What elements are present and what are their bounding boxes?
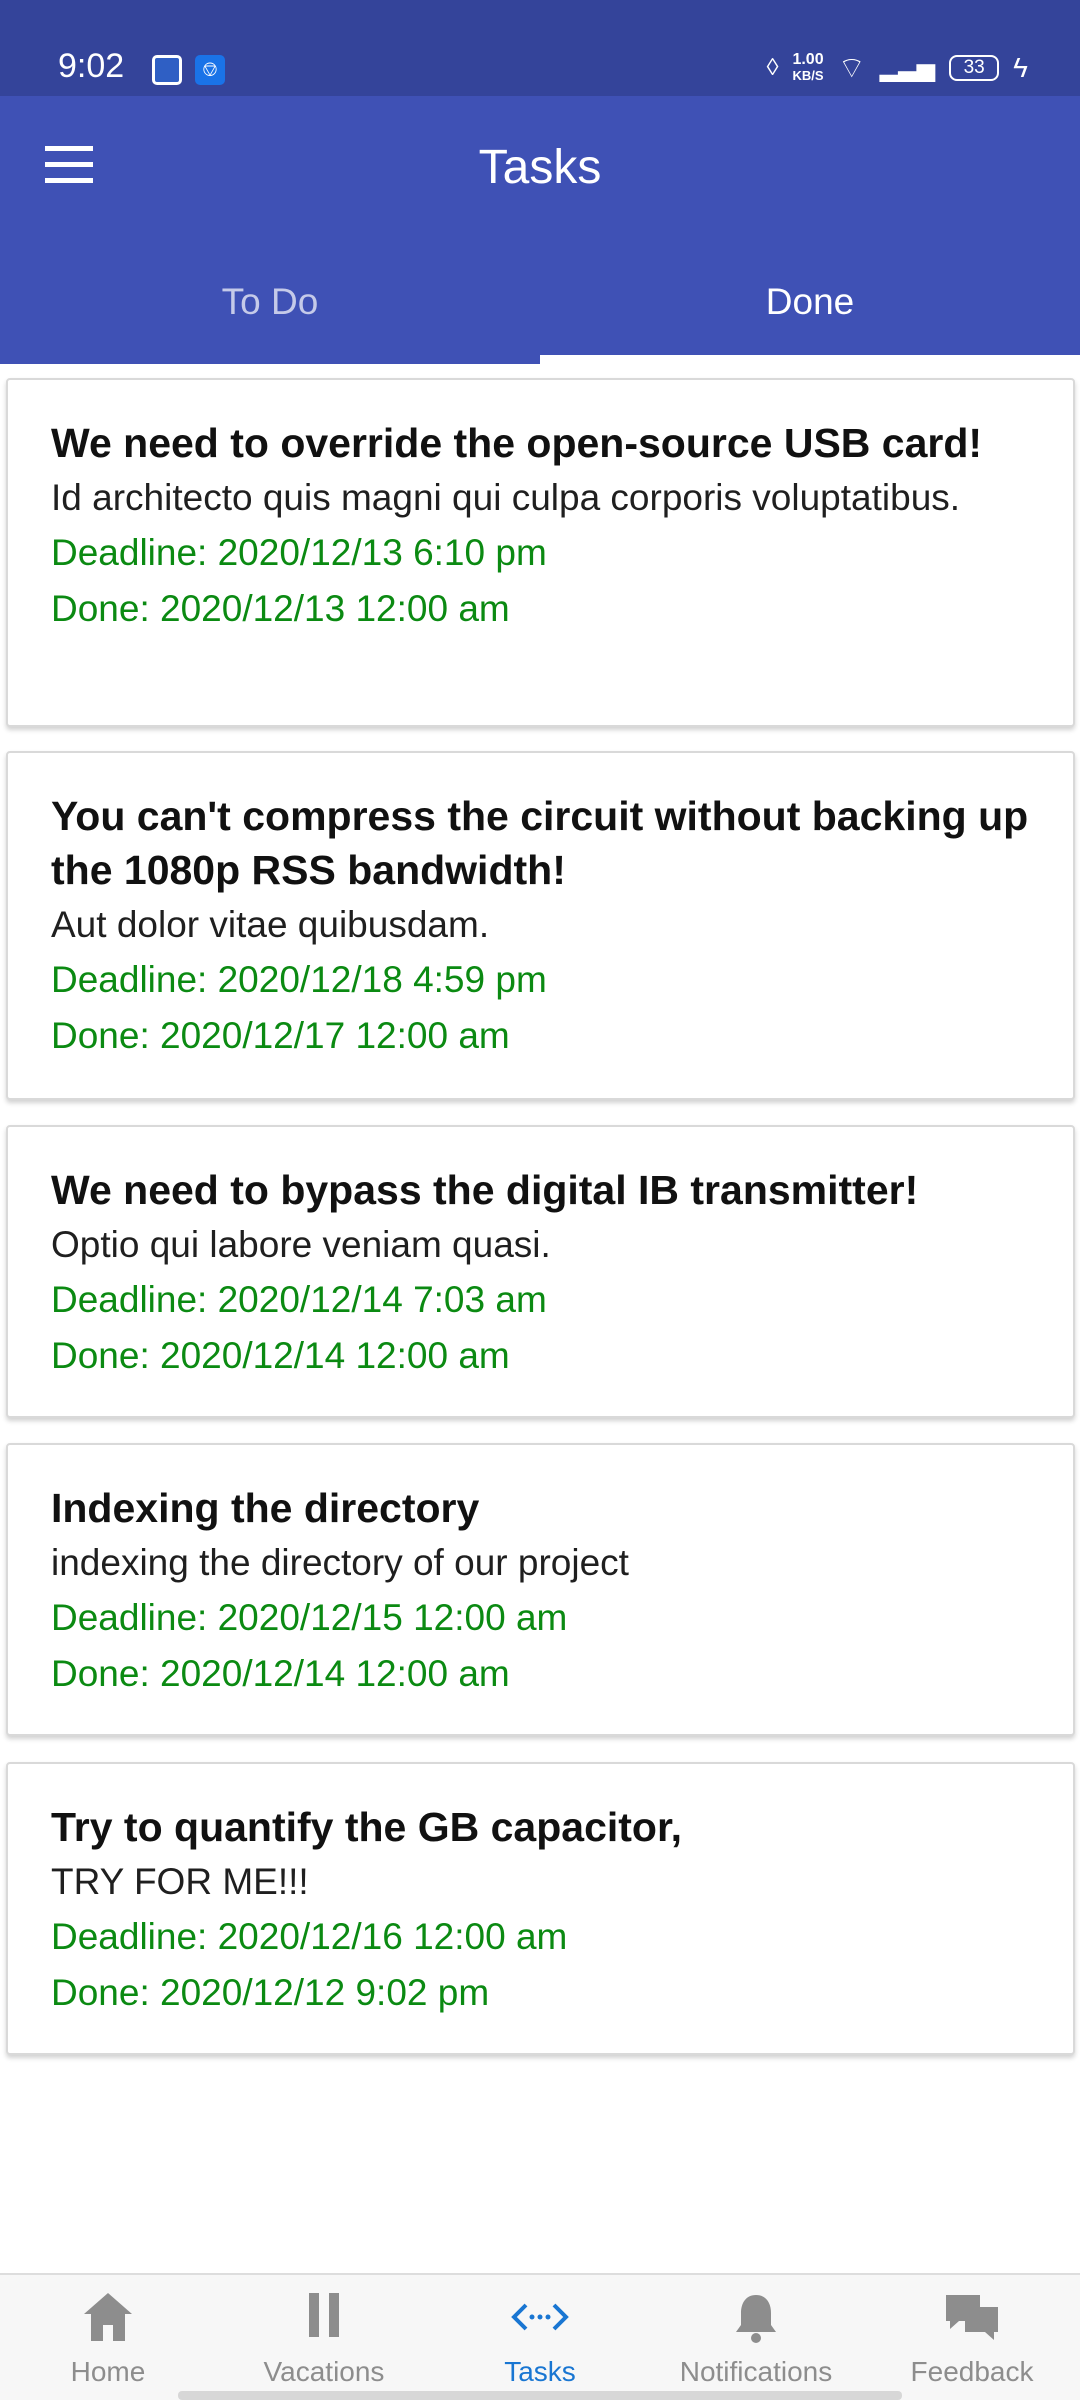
network-speed: 1.00 KB/S	[792, 52, 823, 84]
pause-icon	[309, 2293, 339, 2337]
task-description: TRY FOR ME!!!	[51, 1861, 309, 1902]
task-deadline: Deadline: 2020/12/15 12:00 am	[51, 1597, 568, 1638]
active-tab-indicator	[540, 355, 1080, 364]
task-deadline: Deadline: 2020/12/18 4:59 pm	[51, 959, 547, 1000]
task-card[interactable]: Try to quantify the GB capacitor, TRY FO…	[6, 1762, 1075, 2055]
nav-vacations[interactable]: Vacations	[216, 2275, 432, 2400]
task-card[interactable]: Indexing the directory indexing the dire…	[6, 1443, 1075, 1736]
task-done-date: Done: 2020/12/14 12:00 am	[51, 1335, 510, 1376]
nav-feedback[interactable]: Feedback	[864, 2275, 1080, 2400]
message-notification-icon	[152, 55, 182, 85]
nav-tasks[interactable]: Tasks	[432, 2275, 648, 2400]
nav-notifications[interactable]: Notifications	[648, 2275, 864, 2400]
task-deadline: Deadline: 2020/12/13 6:10 pm	[51, 532, 547, 573]
task-title: We need to override the open-source USB …	[51, 420, 983, 466]
battery-level: 33	[949, 55, 1000, 81]
task-description: Aut dolor vitae quibusdam.	[51, 904, 490, 945]
usb-notification-icon: ⎊	[195, 55, 225, 85]
task-card[interactable]: You can't compress the circuit without b…	[6, 751, 1075, 1100]
home-icon	[84, 2293, 132, 2341]
network-speed-unit: KB/S	[792, 68, 824, 83]
wifi-icon: ⌔	[837, 52, 866, 85]
chat-icon	[946, 2295, 998, 2340]
nav-vacations-label: Vacations	[263, 2356, 385, 2387]
app-bar: Tasks	[0, 96, 1080, 240]
status-time: 9:02	[58, 47, 125, 85]
page-title: Tasks	[478, 141, 602, 194]
task-deadline: Deadline: 2020/12/14 7:03 am	[51, 1279, 547, 1320]
task-description: Id architecto quis magni qui culpa corpo…	[51, 477, 961, 518]
tab-to-do[interactable]: To Do	[0, 240, 540, 364]
nav-home-label: Home	[70, 2356, 146, 2387]
task-card[interactable]: We need to bypass the digital IB transmi…	[6, 1125, 1075, 1418]
task-title: You can't compress the circuit without b…	[51, 793, 1029, 893]
status-indicators: ◊ 1.00 KB/S ⌔ ▂▃▅ 33 ϟ	[767, 50, 1028, 86]
task-deadline: Deadline: 2020/12/16 12:00 am	[51, 1916, 568, 1957]
data-saver-icon: ◊	[766, 54, 779, 81]
tab-done-label: Done	[765, 281, 855, 322]
charging-icon: ϟ	[1013, 52, 1028, 83]
status-bar: 9:02 ⎊ ◊ 1.00 KB/S ⌔ ▂▃▅ 33 ϟ	[0, 0, 1080, 96]
nav-tasks-label: Tasks	[504, 2356, 576, 2387]
network-speed-value: 1.00	[792, 51, 824, 68]
bottom-navigation: Home Vacations Tasks Notifications Feedb…	[0, 2273, 1080, 2400]
task-done-date: Done: 2020/12/14 12:00 am	[51, 1653, 510, 1694]
task-done-date: Done: 2020/12/17 12:00 am	[51, 1015, 510, 1056]
tab-to-do-label: To Do	[221, 281, 319, 322]
code-icon	[511, 2303, 569, 2331]
task-description: indexing the directory of our project	[51, 1542, 629, 1583]
task-title: We need to bypass the digital IB transmi…	[51, 1167, 919, 1213]
nav-feedback-label: Feedback	[910, 2356, 1034, 2387]
task-tabs: To Do Done	[0, 240, 1080, 364]
nav-home[interactable]: Home	[0, 2275, 216, 2400]
task-title: Try to quantify the GB capacitor,	[51, 1804, 683, 1850]
nav-notifications-label: Notifications	[679, 2356, 833, 2387]
task-card[interactable]: We need to override the open-source USB …	[6, 378, 1075, 727]
bell-icon	[736, 2295, 776, 2343]
system-home-indicator[interactable]	[178, 2391, 902, 2400]
task-done-date: Done: 2020/12/12 9:02 pm	[51, 1972, 490, 2013]
task-done-date: Done: 2020/12/13 12:00 am	[51, 588, 510, 629]
task-title: Indexing the directory	[51, 1485, 480, 1531]
task-description: Optio qui labore veniam quasi.	[51, 1224, 551, 1265]
tab-done[interactable]: Done	[540, 240, 1080, 364]
signal-icon: ▂▃▅	[879, 54, 936, 82]
